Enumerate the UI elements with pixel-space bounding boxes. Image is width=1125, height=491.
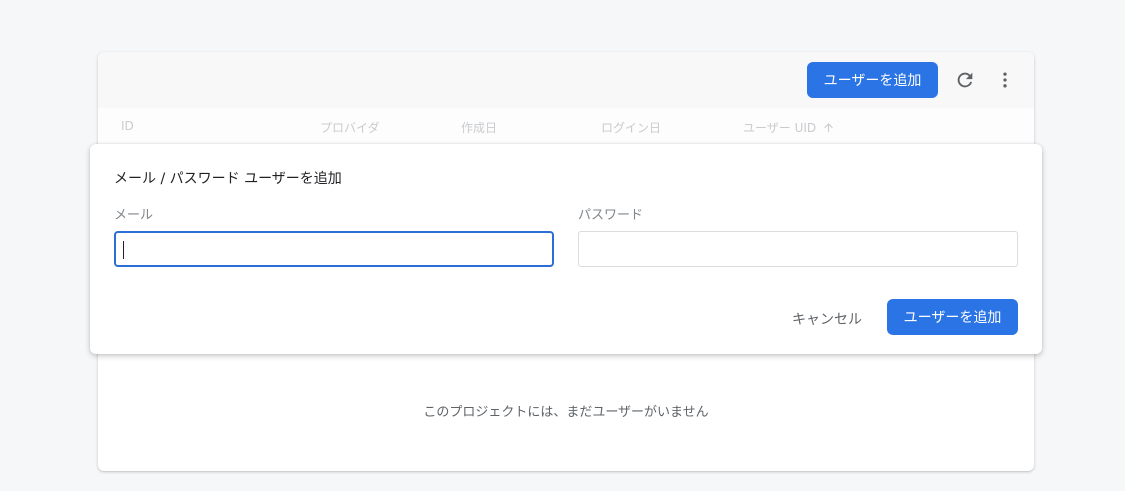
password-input[interactable] xyxy=(578,231,1018,267)
cancel-button[interactable]: キャンセル xyxy=(780,301,874,337)
submit-add-user-button[interactable]: ユーザーを追加 xyxy=(887,299,1018,335)
arrow-up-icon xyxy=(824,123,833,132)
more-vert-icon xyxy=(1003,72,1007,88)
column-header-provider[interactable]: プロバイダ xyxy=(320,119,380,136)
refresh-button[interactable] xyxy=(951,66,979,94)
refresh-icon xyxy=(957,72,973,88)
column-header-user-uid-label: ユーザー UID xyxy=(743,121,817,135)
users-toolbar: ユーザーを追加 xyxy=(98,52,1034,108)
email-input[interactable] xyxy=(114,231,554,267)
column-header-user-uid[interactable]: ユーザー UID xyxy=(743,119,835,136)
dialog-title: メール / パスワード ユーザーを追加 xyxy=(114,171,342,187)
text-caret xyxy=(123,241,124,259)
column-header-created[interactable]: 作成日 xyxy=(461,119,497,136)
column-header-id[interactable]: ID xyxy=(121,119,134,133)
table-header: ID プロバイダ 作成日 ログイン日 ユーザー UID xyxy=(98,108,1034,144)
more-options-button[interactable] xyxy=(991,66,1019,94)
add-user-dialog: メール / パスワード ユーザーを追加 メール パスワード キャンセル ユーザー… xyxy=(90,144,1042,354)
password-label: パスワード xyxy=(578,208,644,223)
empty-state-message: このプロジェクトには、まだユーザーがいません xyxy=(423,405,709,420)
add-user-button[interactable]: ユーザーを追加 xyxy=(807,62,938,98)
email-label: メール xyxy=(114,208,154,223)
column-header-signed-in[interactable]: ログイン日 xyxy=(601,119,661,136)
